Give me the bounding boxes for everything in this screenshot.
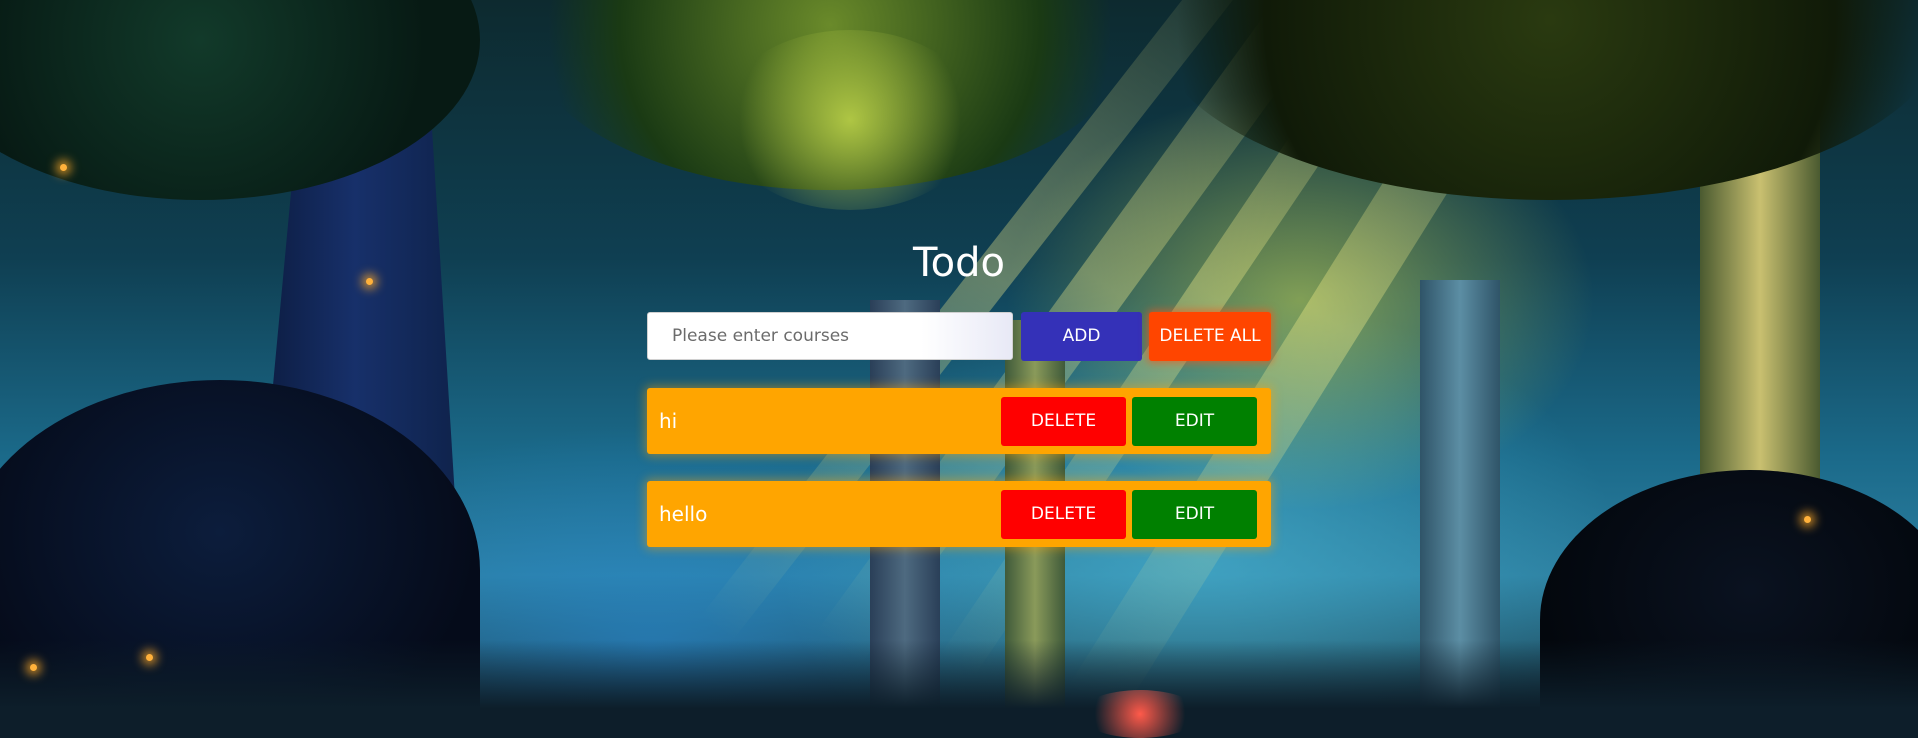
- edit-todo-button[interactable]: EDIT: [1132, 489, 1257, 539]
- delete-todo-button[interactable]: DELETE: [1001, 489, 1126, 539]
- add-todo-form: ADD DELETE ALL: [647, 311, 1271, 361]
- course-input[interactable]: [647, 312, 1013, 360]
- red-flowers: [1080, 690, 1200, 738]
- page-title: Todo: [913, 240, 1005, 286]
- canopy-foliage: [720, 30, 980, 210]
- firefly-decoration: [1804, 516, 1811, 523]
- delete-todo-button[interactable]: DELETE: [1001, 396, 1126, 446]
- todo-item: hello DELETE EDIT: [647, 481, 1271, 547]
- todo-item: hi DELETE EDIT: [647, 388, 1271, 454]
- add-button[interactable]: ADD: [1021, 311, 1142, 361]
- forest-floor: [0, 640, 1918, 738]
- firefly-decoration: [146, 654, 153, 661]
- todo-list: hi DELETE EDIT hello DELETE EDIT: [647, 388, 1271, 547]
- delete-all-button[interactable]: DELETE ALL: [1149, 311, 1271, 361]
- edit-todo-button[interactable]: EDIT: [1132, 396, 1257, 446]
- firefly-decoration: [60, 164, 67, 171]
- firefly-decoration: [30, 664, 37, 671]
- todo-item-text: hi: [659, 409, 678, 433]
- todo-app: Todo ADD DELETE ALL hi DELETE EDIT hello…: [647, 233, 1271, 574]
- firefly-decoration: [366, 278, 373, 285]
- todo-item-text: hello: [659, 502, 708, 526]
